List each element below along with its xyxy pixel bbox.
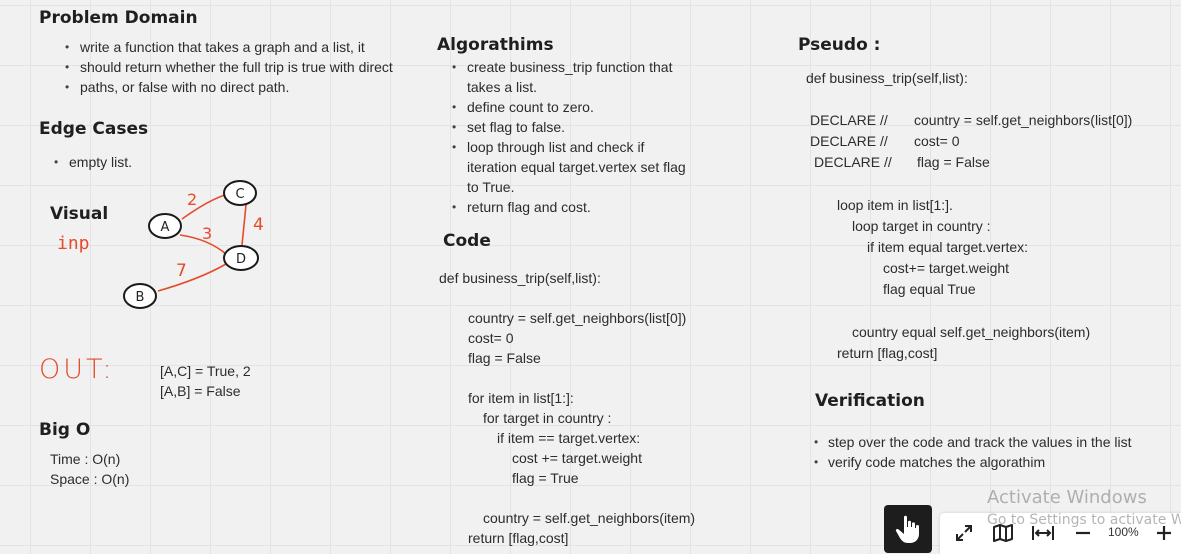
graph-node-d: D (223, 245, 259, 271)
big-o-space: Space : O(n) (50, 471, 130, 487)
pseudo-line: country equal self.get_neighbors(item) (852, 324, 1091, 340)
code-line: for target in country : (483, 410, 612, 426)
algorithm-step: define count to zero. (437, 97, 686, 117)
svg-text:A: A (161, 220, 170, 235)
fullscreen-button[interactable] (952, 521, 976, 545)
pseudo-line: cost= 0 (914, 133, 960, 149)
problem-domain-line: paths, or false with no direct path. (50, 77, 393, 97)
pseudo-line: flag = False (917, 154, 990, 170)
visual-input-label: inp (57, 233, 90, 254)
code-line: flag = False (468, 350, 541, 366)
verification-item: step over the code and track the values … (814, 432, 1132, 452)
output-label: OUT: (39, 354, 115, 385)
output-line: [A,B] = False (160, 383, 241, 399)
problem-domain-line: should return whether the full trip is t… (50, 57, 393, 77)
code-line: flag = True (512, 470, 579, 486)
visual-heading: Visual (50, 204, 109, 224)
pseudo-line: DECLARE // (810, 112, 888, 128)
big-o-time: Time : O(n) (50, 451, 121, 467)
code-line: country = self.get_neighbors(item) (483, 510, 696, 526)
verification-item: verify code matches the algorathim (814, 452, 1132, 472)
edge-cases-list: empty list. (39, 152, 132, 172)
svg-text:D: D (236, 252, 246, 267)
problem-domain-heading: Problem Domain (39, 8, 198, 28)
weight-label: 4 (253, 215, 264, 235)
pseudo-line: loop target in country : (852, 218, 991, 234)
graph-node-a: A (148, 213, 182, 239)
pseudo-line: flag equal True (883, 281, 976, 297)
code-line: if item == target.vertex: (497, 430, 641, 446)
algorithm-step: loop through list and check ifiteration … (437, 137, 686, 197)
graph-node-c: C (223, 180, 257, 206)
activate-windows-subtitle: Go to Settings to activate Windows. (987, 512, 1181, 528)
graph-node-b: B (123, 283, 157, 309)
graph-diagram: 2 3 4 7 A B C D (123, 180, 264, 309)
edge-b-d (157, 263, 227, 292)
problem-domain-line: write a function that takes a graph and … (50, 37, 393, 57)
fullscreen-icon (956, 525, 972, 541)
algorithm-step: set flag to false. (437, 117, 686, 137)
algorithm-step: create business_trip function thattakes … (437, 57, 686, 97)
pseudo-line: cost+= target.weight (883, 260, 1010, 276)
verification-heading: Verification (815, 391, 925, 411)
activate-windows-title: Activate Windows (987, 487, 1147, 508)
edge-cases-heading: Edge Cases (39, 119, 149, 139)
pseudo-heading: Pseudo : (798, 35, 881, 55)
algorithms-list: create business_trip function thattakes … (437, 57, 686, 217)
svg-text:C: C (235, 187, 244, 202)
problem-domain-list: write a function that takes a graph and … (50, 37, 393, 97)
code-line: def business_trip(self,list): (439, 270, 601, 286)
edge-c-d (241, 204, 247, 246)
pseudo-line: return [flag,cost] (837, 345, 938, 361)
pseudo-line: def business_trip(self,list): (806, 70, 968, 86)
verification-list: step over the code and track the values … (814, 432, 1132, 472)
hand-icon (895, 515, 919, 543)
code-line: for item in list[1:]: (468, 390, 574, 406)
code-line: cost += target.weight (512, 450, 642, 466)
pseudo-line: DECLARE // (810, 133, 888, 149)
edge-case-item: empty list. (39, 152, 132, 172)
code-line: country = self.get_neighbors(list[0]) (468, 310, 687, 326)
svg-text:B: B (136, 290, 145, 305)
pseudo-line: loop item in list[1:]. (837, 197, 953, 213)
weight-label: 3 (202, 224, 212, 243)
code-line: return [flag,cost] (468, 530, 569, 546)
algorithm-step: return flag and cost. (437, 197, 686, 217)
hand-tool-button[interactable] (884, 505, 932, 553)
algorithms-heading: Algorathims (437, 35, 554, 55)
output-line: [A,C] = True, 2 (160, 363, 251, 379)
weight-label: 7 (176, 261, 187, 281)
pseudo-line: DECLARE // (814, 154, 892, 170)
pseudo-line: country = self.get_neighbors(list[0]) (914, 112, 1133, 128)
code-line: cost= 0 (468, 330, 514, 346)
code-heading: Code (443, 231, 491, 251)
pseudo-line: if item equal target.vertex: (867, 239, 1029, 255)
big-o-heading: Big O (39, 420, 91, 440)
weight-label: 2 (187, 190, 197, 209)
